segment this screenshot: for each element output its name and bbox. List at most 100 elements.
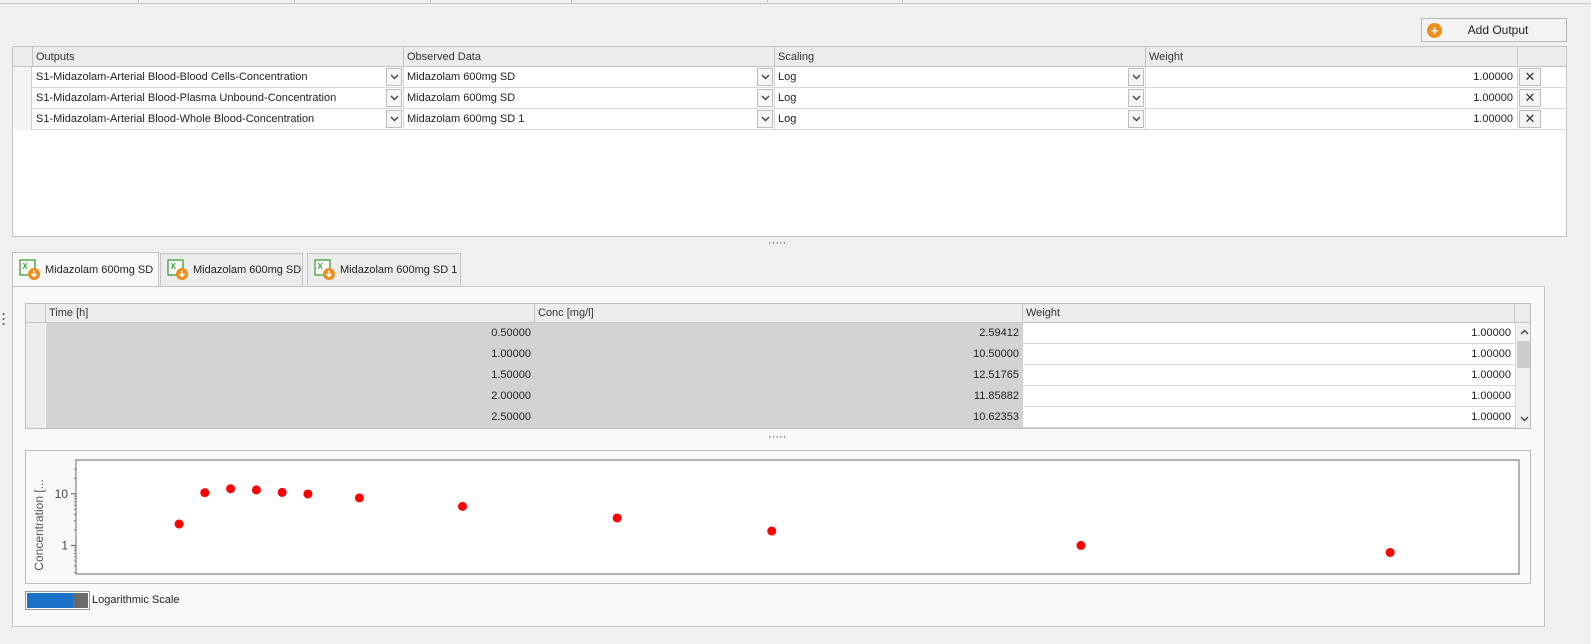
data-point[interactable] (251, 485, 261, 495)
observed-data-cell[interactable]: Midazolam 600mg SD (404, 88, 775, 109)
column-header-weight[interactable]: Weight (1023, 304, 1515, 323)
row-indicator[interactable] (13, 67, 32, 88)
data-point[interactable] (767, 526, 777, 536)
weight-cell[interactable]: 1.00000 (1023, 365, 1515, 386)
output-row: S1-Midazolam-Arterial Blood-Plasma Unbou… (13, 88, 1566, 109)
close-icon: ✕ (1524, 69, 1536, 84)
chevron-down-icon (1520, 416, 1528, 422)
weight-cell[interactable]: 1.00000 (1023, 323, 1515, 344)
concentration-chart: Concentration [... 10 1 (32, 459, 1520, 575)
row-indicator[interactable] (26, 365, 45, 386)
tab-observed-data-2[interactable]: X Midazolam 600mg SD (160, 253, 303, 286)
output-value: S1-Midazolam-Arterial Blood-Blood Cells-… (36, 71, 308, 83)
data-point[interactable] (226, 484, 236, 494)
row-indicator[interactable] (13, 109, 32, 130)
chevron-down-icon (761, 95, 769, 101)
scaling-value: Log (778, 71, 797, 83)
column-header-outputs[interactable]: Outputs (33, 47, 404, 67)
output-dropdown-button[interactable] (386, 110, 402, 128)
data-point[interactable] (174, 519, 184, 529)
row-indicator[interactable] (26, 407, 45, 428)
column-header-observed-data[interactable]: Observed Data (404, 47, 775, 67)
plot-area (75, 459, 1520, 575)
remove-output-button[interactable]: ✕ (1519, 89, 1541, 107)
table-row: 2.00000 11.85882 1.00000 (26, 386, 1515, 407)
output-cell[interactable]: S1-Midazolam-Arterial Blood-Whole Blood-… (33, 109, 404, 130)
scroll-down-button[interactable] (1516, 411, 1530, 427)
side-grip-handle[interactable] (2, 311, 5, 327)
table-row: 1.50000 12.51765 1.00000 (26, 365, 1515, 386)
scaling-cell[interactable]: Log (775, 88, 1146, 109)
output-cell[interactable]: S1-Midazolam-Arterial Blood-Blood Cells-… (33, 67, 404, 88)
column-header-weight[interactable]: Weight (1146, 47, 1518, 67)
weight-cell[interactable]: 1.00000 (1146, 67, 1518, 88)
scroll-thumb[interactable] (1517, 341, 1530, 368)
remove-output-button[interactable]: ✕ (1519, 110, 1541, 128)
weight-cell[interactable]: 1.00000 (1023, 344, 1515, 365)
scaling-dropdown-button[interactable] (1128, 68, 1144, 86)
row-indicator[interactable] (13, 88, 32, 109)
observed-data-cell[interactable]: Midazolam 600mg SD 1 (404, 109, 775, 130)
scaling-dropdown-button[interactable] (1128, 89, 1144, 107)
output-dropdown-button[interactable] (386, 68, 402, 86)
data-point[interactable] (303, 489, 313, 499)
data-point[interactable] (200, 488, 210, 498)
observed-data-value: Midazolam 600mg SD (407, 71, 516, 83)
chevron-down-icon (1132, 74, 1140, 80)
scaling-cell[interactable]: Log (775, 67, 1146, 88)
data-point[interactable] (277, 487, 287, 497)
observed-data-value: Midazolam 600mg SD 1 (407, 113, 525, 125)
y-tick-label: 10 (55, 487, 69, 501)
data-point[interactable] (354, 493, 364, 503)
data-point[interactable] (458, 501, 468, 511)
column-header-scaling[interactable]: Scaling (775, 47, 1146, 67)
weight-cell[interactable]: 1.00000 (1146, 88, 1518, 109)
add-output-button[interactable]: + Add Output (1421, 18, 1567, 42)
svg-text:X: X (318, 262, 324, 271)
tab-observed-data-1[interactable]: X Midazolam 600mg SD (12, 252, 159, 286)
chevron-down-icon (761, 74, 769, 80)
vertical-scrollbar[interactable] (1515, 323, 1530, 428)
chevron-down-icon (390, 74, 398, 80)
svg-text:X: X (171, 262, 177, 271)
row-indicator[interactable] (26, 323, 45, 344)
tab-observed-data-3[interactable]: X Midazolam 600mg SD 1 (307, 253, 461, 286)
output-dropdown-button[interactable] (386, 89, 402, 107)
row-indicator[interactable] (26, 386, 45, 407)
excel-import-icon: X (314, 259, 336, 281)
conc-cell: 10.50000 (535, 344, 1023, 365)
weight-cell[interactable]: 1.00000 (1146, 109, 1518, 130)
conc-cell: 2.59412 (535, 323, 1023, 344)
observed-data-dropdown-button[interactable] (757, 68, 773, 86)
weight-cell[interactable]: 1.00000 (1023, 386, 1515, 407)
splitter-handle[interactable]: ····· (768, 238, 786, 249)
table-row: 1.00000 10.50000 1.00000 (26, 344, 1515, 365)
conc-cell: 10.62353 (535, 407, 1023, 428)
observed-data-cell[interactable]: Midazolam 600mg SD (404, 67, 775, 88)
tab-label: Midazolam 600mg SD 1 (340, 264, 458, 276)
scroll-up-button[interactable] (1516, 324, 1530, 340)
row-indicator[interactable] (26, 344, 45, 365)
data-point[interactable] (1385, 547, 1395, 557)
observed-data-dropdown-button[interactable] (757, 89, 773, 107)
add-icon: + (1427, 22, 1442, 38)
splitter-handle[interactable]: ····· (768, 432, 786, 443)
observed-data-value: Midazolam 600mg SD (407, 92, 516, 104)
data-point[interactable] (612, 513, 622, 523)
output-cell[interactable]: S1-Midazolam-Arterial Blood-Plasma Unbou… (33, 88, 404, 109)
time-cell: 1.50000 (46, 365, 535, 386)
chevron-down-icon (761, 116, 769, 122)
observed-data-dropdown-button[interactable] (757, 110, 773, 128)
row-indicator-header (26, 304, 46, 323)
logarithmic-scale-toggle[interactable] (25, 591, 90, 610)
remove-output-button[interactable]: ✕ (1519, 68, 1541, 86)
data-point[interactable] (1076, 540, 1086, 550)
scaling-dropdown-button[interactable] (1128, 110, 1144, 128)
toggle-fill (27, 593, 74, 608)
scaling-cell[interactable]: Log (775, 109, 1146, 130)
observed-data-grid: Time [h] Conc [mg/l] Weight 0.50000 2.59… (25, 303, 1531, 429)
output-row: S1-Midazolam-Arterial Blood-Blood Cells-… (13, 67, 1566, 88)
weight-cell[interactable]: 1.00000 (1023, 407, 1515, 428)
column-header-conc[interactable]: Conc [mg/l] (535, 304, 1023, 323)
column-header-time[interactable]: Time [h] (46, 304, 535, 323)
